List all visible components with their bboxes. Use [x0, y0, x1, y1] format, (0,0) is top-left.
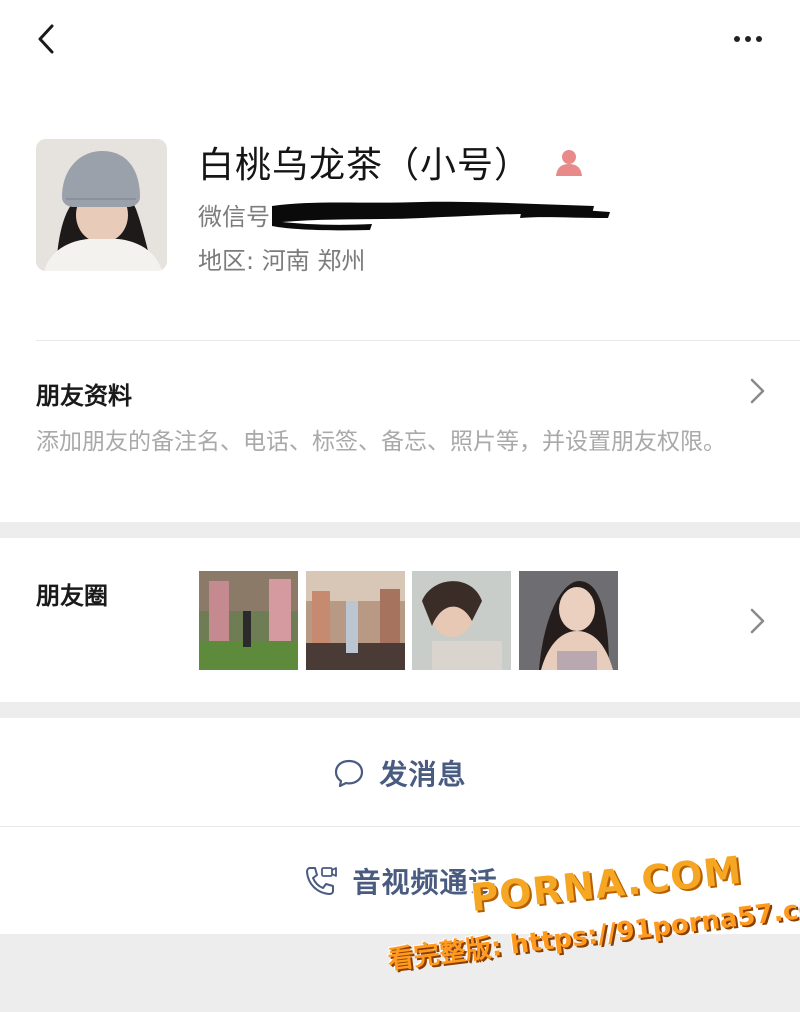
friend-info-description: 添加朋友的备注名、电话、标签、备忘、照片等，并设置朋友权限。 [36, 429, 726, 455]
more-options-button[interactable] [726, 24, 770, 54]
moment-thumbnail [306, 571, 405, 670]
wechat-id-row: 微信号 [198, 196, 612, 232]
moment-photo-3 [412, 571, 511, 670]
moment-thumbnail [199, 571, 298, 670]
avatar[interactable] [36, 139, 167, 271]
back-chevron-icon [38, 24, 54, 54]
more-dot [745, 36, 751, 42]
moment-photo-4 [519, 571, 618, 670]
nickname-row: 白桃乌龙茶（小号） [198, 136, 585, 188]
send-message-button[interactable]: 发消息 [0, 720, 800, 826]
more-dots-icon [734, 36, 740, 42]
moment-thumbnail [412, 571, 511, 670]
send-message-label: 发消息 [379, 758, 467, 791]
wechat-id-label: 微信号 [198, 202, 270, 231]
contact-profile-page: 白桃乌龙茶（小号） 微信号 地区: 河南 郑州 朋友资料 添加朋友的备注名、电话… [0, 0, 800, 1012]
moment-photo-2 [306, 571, 405, 670]
section-separator [0, 522, 800, 538]
moments-row[interactable]: 朋友圈 [0, 538, 800, 702]
chat-bubble-icon [335, 759, 364, 788]
friend-info-row[interactable]: 朋友资料 添加朋友的备注名、电话、标签、备忘、照片等，并设置朋友权限。 [0, 342, 800, 522]
friend-info-title: 朋友资料 [36, 382, 132, 410]
region-text: 地区: 河南 郑州 [198, 247, 366, 275]
contact-badge-icon [556, 150, 583, 176]
moments-title: 朋友圈 [36, 582, 108, 610]
divider [36, 340, 800, 341]
back-button[interactable] [30, 20, 70, 60]
divider [0, 826, 800, 827]
redaction-mark [272, 201, 610, 231]
chevron-right-icon [750, 378, 765, 404]
phone-video-icon [306, 867, 338, 895]
section-separator [0, 702, 800, 718]
chevron-right-icon [750, 608, 765, 634]
more-dot [756, 36, 762, 42]
nickname: 白桃乌龙茶（小号） [198, 145, 532, 186]
moment-photo-1 [199, 571, 298, 670]
avatar-photo [36, 139, 167, 271]
moment-thumbnail [519, 571, 618, 670]
